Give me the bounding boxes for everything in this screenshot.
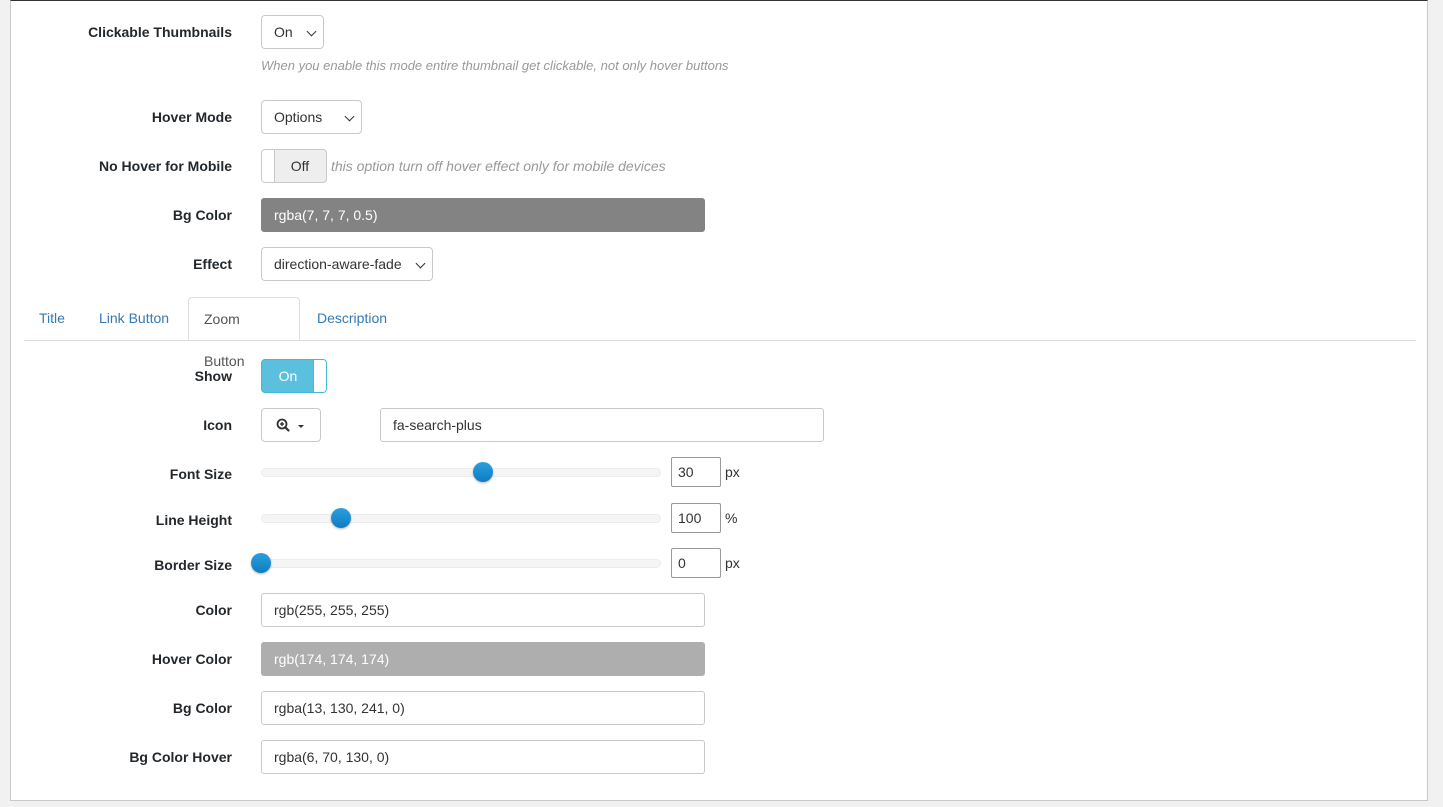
font-size-label: Font Size (169, 466, 232, 482)
no-hover-mobile-toggle[interactable]: Off (261, 149, 327, 183)
zoom-bg-color-label: Bg Color (172, 700, 232, 716)
font-size-input[interactable]: 30 (671, 457, 721, 487)
clickable-thumbnails-value: On (274, 24, 293, 40)
tab-link-button[interactable]: Link Button (84, 297, 184, 339)
bg-color-hover-label: Bg Color Hover (129, 749, 232, 765)
icon-picker-button[interactable] (261, 408, 321, 442)
show-label: Show (194, 368, 232, 384)
line-height-unit: % (725, 510, 738, 526)
bg-color-hover-input[interactable]: rgba(6, 70, 130, 0) (261, 740, 705, 774)
line-height-label: Line Height (155, 512, 232, 528)
no-hover-mobile-value: Off (290, 158, 310, 174)
toggle-knob (313, 360, 326, 392)
show-toggle[interactable]: On (261, 359, 327, 393)
tab-zoom-button[interactable]: Zoom Button (188, 297, 300, 369)
font-size-slider[interactable] (261, 468, 661, 477)
effect-label: Effect (193, 256, 232, 272)
search-plus-icon (276, 418, 304, 432)
bg-color-label: Bg Color (172, 207, 232, 223)
border-size-unit: px (725, 555, 740, 571)
hover-mode-label: Hover Mode (151, 109, 232, 125)
chevron-down-icon (306, 26, 317, 37)
effect-value: direction-aware-fade (274, 256, 402, 272)
tab-description[interactable]: Description (302, 297, 402, 339)
line-height-slider-handle[interactable] (331, 508, 351, 528)
border-size-slider-handle[interactable] (251, 553, 271, 573)
color-label: Color (195, 602, 232, 618)
clickable-thumbnails-hint: When you enable this mode entire thumbna… (261, 58, 729, 73)
no-hover-mobile-hint: this option turn off hover effect only f… (331, 158, 666, 174)
tab-title[interactable]: Title (24, 297, 80, 339)
clickable-thumbnails-label: Clickable Thumbnails (88, 24, 232, 40)
show-value: On (278, 368, 298, 384)
no-hover-mobile-label: No Hover for Mobile (98, 158, 232, 174)
border-size-label: Border Size (154, 557, 232, 573)
line-height-slider[interactable] (261, 514, 661, 523)
border-size-input[interactable]: 0 (671, 548, 721, 578)
hover-color-input[interactable]: rgb(174, 174, 174) (261, 642, 705, 676)
hover-color-label: Hover Color (151, 651, 232, 667)
icon-class-input[interactable]: fa-search-plus (380, 408, 824, 442)
hover-mode-select[interactable]: Options (261, 100, 362, 134)
line-height-input[interactable]: 100 (671, 503, 721, 533)
font-size-slider-handle[interactable] (473, 462, 493, 482)
chevron-down-icon (415, 258, 426, 269)
settings-panel: Clickable Thumbnails On When you enable … (10, 0, 1428, 801)
hover-tabs: Title Link Button Zoom Button Descriptio… (24, 297, 1416, 369)
zoom-bg-color-input[interactable]: rgba(13, 130, 241, 0) (261, 691, 705, 725)
icon-label: Icon (203, 417, 232, 433)
hover-mode-value: Options (274, 109, 323, 125)
chevron-down-icon (344, 111, 355, 122)
bg-color-input[interactable]: rgba(7, 7, 7, 0.5) (261, 198, 705, 232)
font-size-unit: px (725, 464, 740, 480)
border-size-slider[interactable] (261, 559, 661, 568)
effect-select[interactable]: direction-aware-fade (261, 247, 433, 281)
clickable-thumbnails-select[interactable]: On (261, 15, 324, 49)
color-input[interactable]: rgb(255, 255, 255) (261, 593, 705, 627)
